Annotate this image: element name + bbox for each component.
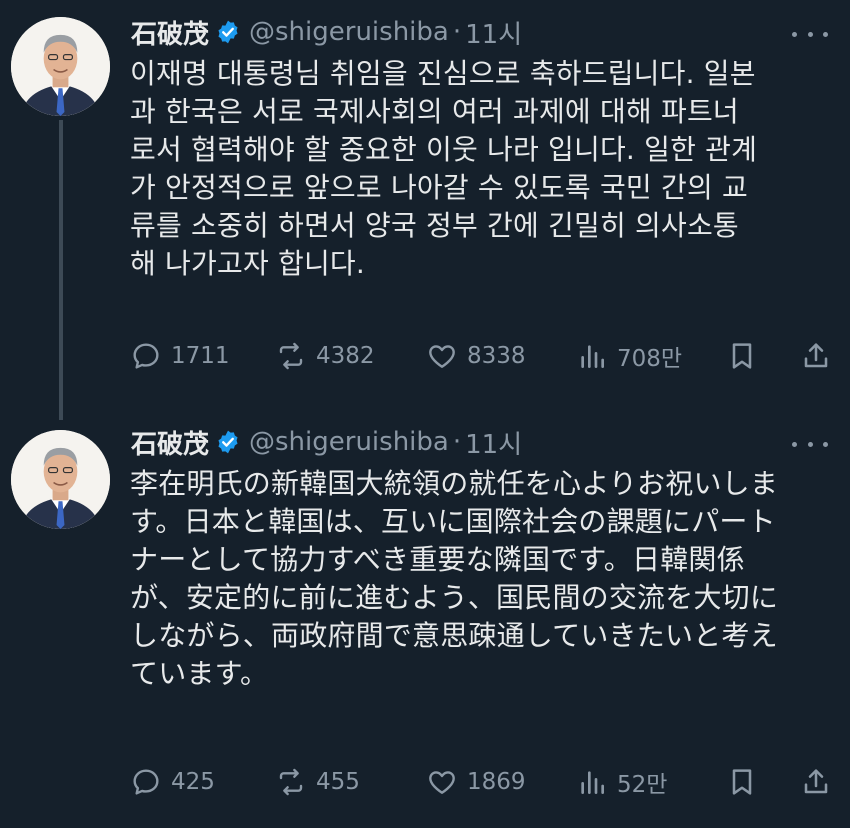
views-icon: [581, 771, 604, 794]
views-button[interactable]: 52만: [576, 762, 667, 802]
bookmark-icon: [732, 769, 752, 795]
reply-icon: [133, 343, 159, 369]
tweet[interactable]: 石破茂 @shigeruishiba · 11시 이재명 대통령님 취임을 진심…: [0, 0, 850, 420]
like-button[interactable]: 1869: [426, 762, 526, 802]
tweet[interactable]: 石破茂 @shigeruishiba · 11시 李在明氏の新韓国大統領の就任を…: [0, 420, 850, 828]
more-icon[interactable]: [792, 24, 828, 44]
dot-separator: ·: [452, 427, 462, 457]
retweet-count: 455: [316, 769, 360, 795]
tweet-text: 이재명 대통령님 취임을 진심으로 축하드립니다. 일본 과 한국은 서로 국제…: [130, 57, 758, 280]
reply-icon: [133, 769, 159, 795]
bookmark-icon: [732, 343, 752, 369]
like-count: 1869: [467, 769, 526, 795]
bookmark-button[interactable]: [726, 762, 758, 802]
avatar[interactable]: [11, 430, 110, 529]
reply-count: 425: [171, 769, 215, 795]
author-handle[interactable]: @shigeruishiba: [249, 427, 449, 457]
avatar[interactable]: [11, 17, 110, 116]
share-button[interactable]: [800, 762, 832, 802]
tweet-header: 石破茂 @shigeruishiba · 11시: [131, 424, 522, 460]
timestamp[interactable]: 11시: [465, 14, 522, 51]
share-button[interactable]: [800, 336, 832, 376]
tweet-text: 李在明氏の新韓国大統領の就任を心よりお祝いしま す。日本と韓国は、互いに国際社会…: [130, 467, 779, 690]
reply-button[interactable]: 1711: [130, 336, 230, 376]
bookmark-button[interactable]: [726, 336, 758, 376]
timestamp[interactable]: 11시: [465, 424, 522, 461]
tweet-header: 石破茂 @shigeruishiba · 11시: [131, 14, 522, 50]
retweet-button[interactable]: 455: [275, 762, 360, 802]
like-count: 8338: [467, 343, 526, 369]
share-icon: [804, 769, 828, 794]
retweet-icon: [279, 768, 303, 796]
reply-count: 1711: [171, 343, 230, 369]
more-icon[interactable]: [792, 434, 828, 454]
action-bar: 425 455 1869 52만: [130, 762, 830, 802]
author-name[interactable]: 石破茂: [131, 424, 209, 461]
verified-badge-icon: [218, 20, 238, 44]
dot-separator: ·: [452, 17, 462, 47]
reply-button[interactable]: 425: [130, 762, 215, 802]
retweet-count: 4382: [316, 343, 375, 369]
author-handle[interactable]: @shigeruishiba: [249, 17, 449, 47]
retweet-icon: [279, 342, 303, 370]
retweet-button[interactable]: 4382: [275, 336, 375, 376]
share-icon: [804, 343, 828, 368]
like-button[interactable]: 8338: [426, 336, 526, 376]
views-count: 52만: [617, 772, 668, 798]
action-bar: 1711 4382 8338 708만: [130, 336, 830, 376]
views-count: 708만: [617, 346, 683, 372]
author-name[interactable]: 石破茂: [131, 14, 209, 51]
like-icon: [429, 345, 455, 368]
views-icon: [581, 345, 604, 368]
views-button[interactable]: 708만: [576, 336, 682, 376]
thread-line: [59, 120, 63, 420]
verified-badge-icon: [218, 430, 238, 454]
like-icon: [429, 771, 455, 794]
